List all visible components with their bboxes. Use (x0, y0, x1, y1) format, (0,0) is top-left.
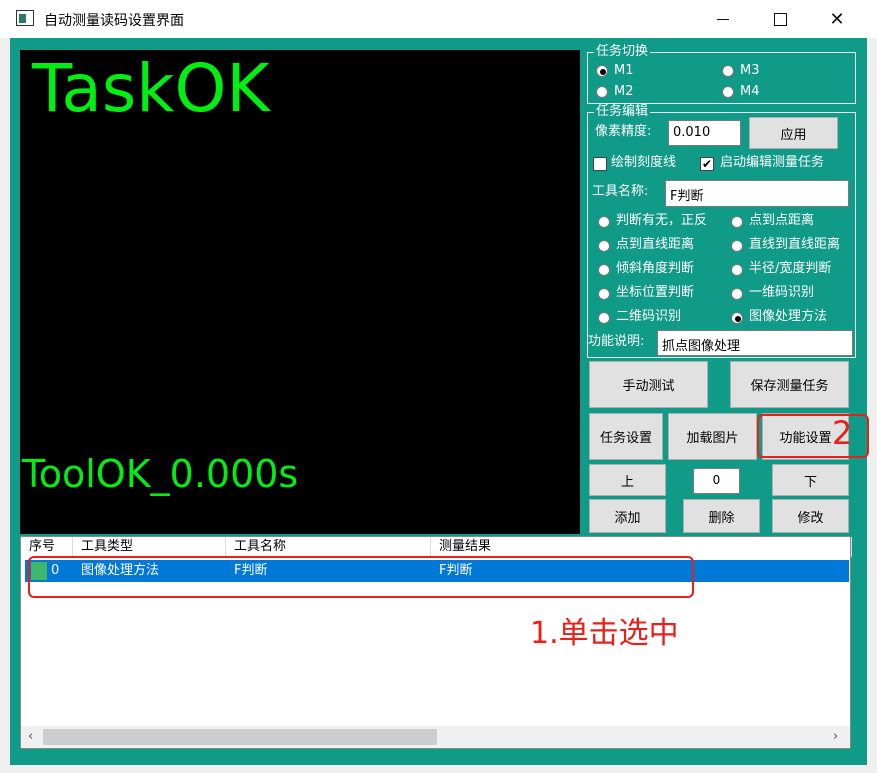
radio-tool-presence-label: 判断有无，正反 (616, 213, 708, 228)
radio-m4[interactable] (722, 86, 734, 98)
minimize-icon (717, 18, 729, 20)
radio-tool-qrcode[interactable] (598, 312, 610, 324)
apply-button[interactable]: 应用 (749, 117, 838, 149)
radio-tool-coordinate[interactable] (598, 288, 610, 300)
close-button[interactable]: ✕ (808, 0, 866, 38)
scroll-left-icon[interactable]: ‹ (28, 729, 33, 744)
column-header-name[interactable]: 工具名称 (226, 537, 431, 557)
down-button[interactable]: 下 (772, 464, 849, 496)
annotation-step1: 1.单击选中 (530, 616, 679, 651)
scrollbar-thumb[interactable] (43, 729, 437, 745)
task-switch-title: 任务切换 (594, 44, 651, 59)
column-header-index[interactable]: 序号 (21, 537, 73, 557)
manual-test-button[interactable]: 手动测试 (589, 361, 708, 408)
radio-tool-point-point[interactable] (731, 216, 743, 228)
function-desc-input[interactable]: 抓点图像处理 (657, 330, 853, 356)
column-header-type[interactable]: 工具类型 (73, 537, 226, 557)
close-icon: ✕ (829, 8, 845, 30)
radio-tool-angle-label: 倾斜角度判断 (616, 261, 695, 276)
up-button[interactable]: 上 (589, 464, 666, 496)
radio-m3[interactable] (722, 65, 734, 77)
radio-tool-radius-label: 半径/宽度判断 (749, 261, 832, 276)
delete-button[interactable]: 删除 (683, 499, 760, 533)
radio-tool-point-line-label: 点到直线距离 (616, 237, 695, 252)
tool-status-text: ToolOK_0.000s (22, 452, 299, 496)
tool-name-label: 工具名称: (592, 184, 649, 199)
radio-tool-angle[interactable] (598, 264, 610, 276)
radio-tool-image-processing-label: 图像处理方法 (749, 309, 828, 324)
radio-tool-barcode-label: 一维码识别 (749, 285, 815, 300)
enable-edit-label: 启动编辑测量任务 (720, 155, 825, 170)
radio-tool-radius[interactable] (731, 264, 743, 276)
radio-tool-point-point-label: 点到点距离 (749, 213, 815, 228)
radio-tool-qrcode-label: 二维码识别 (616, 309, 682, 324)
task-status-text: TaskOK (32, 50, 270, 127)
load-image-button[interactable]: 加载图片 (668, 413, 757, 460)
horizontal-scrollbar[interactable]: ‹ › (21, 726, 850, 748)
title-bar: 自动测量读码设置界面 ✕ (0, 0, 877, 38)
index-input[interactable]: 0 (693, 468, 740, 494)
app-icon (16, 10, 34, 26)
add-button[interactable]: 添加 (589, 499, 666, 533)
task-edit-title: 任务编辑 (594, 104, 651, 119)
scroll-right-icon[interactable]: › (833, 729, 838, 744)
maximize-icon (773, 12, 787, 26)
draw-scale-label: 绘制刻度线 (611, 155, 677, 170)
radio-m3-label: M3 (740, 63, 760, 78)
radio-tool-line-line[interactable] (731, 240, 743, 252)
minimize-button[interactable] (694, 0, 752, 38)
column-header-result[interactable]: 测量结果 (431, 537, 852, 557)
modify-button[interactable]: 修改 (772, 499, 849, 533)
annotation-box-row (28, 556, 694, 598)
maximize-button[interactable] (751, 0, 809, 38)
radio-tool-presence[interactable] (598, 216, 610, 228)
function-desc-label: 功能说明: (588, 334, 645, 349)
radio-m1[interactable] (596, 65, 608, 77)
radio-m1-label: M1 (614, 63, 634, 78)
radio-m4-label: M4 (740, 84, 760, 99)
radio-tool-line-line-label: 直线到直线距离 (749, 237, 841, 252)
radio-tool-image-processing[interactable] (731, 312, 743, 324)
pixel-precision-input[interactable]: 0.010 (668, 120, 741, 146)
pixel-precision-label: 像素精度: (595, 124, 652, 139)
checkmark-icon: ✔ (701, 157, 713, 171)
annotation-step2: 2 (832, 414, 853, 452)
radio-tool-barcode[interactable] (731, 288, 743, 300)
radio-m2[interactable] (596, 86, 608, 98)
enable-edit-checkbox[interactable]: ✔ (700, 157, 714, 171)
window-title: 自动测量读码设置界面 (44, 13, 184, 29)
radio-m2-label: M2 (614, 84, 634, 99)
tool-name-input[interactable]: F判断 (665, 180, 849, 207)
save-task-button[interactable]: 保存测量任务 (730, 361, 849, 408)
draw-scale-checkbox[interactable] (593, 157, 607, 171)
radio-tool-coordinate-label: 坐标位置判断 (616, 285, 695, 300)
radio-tool-point-line[interactable] (598, 240, 610, 252)
task-settings-button[interactable]: 任务设置 (589, 413, 663, 460)
